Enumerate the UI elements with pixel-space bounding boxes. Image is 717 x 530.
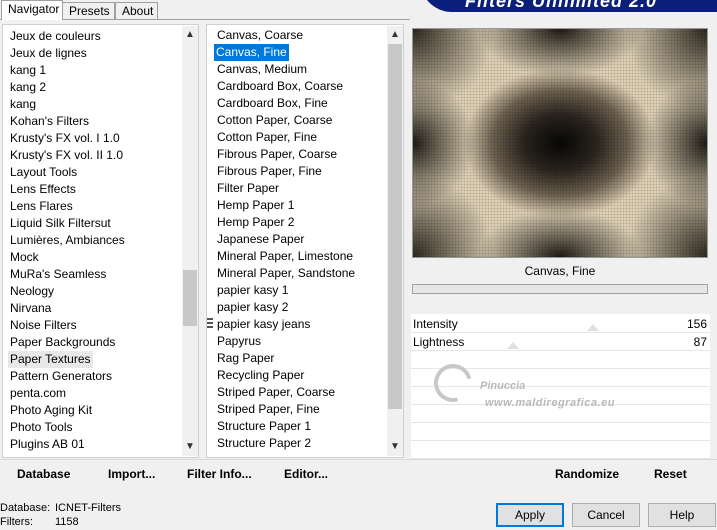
filter-item[interactable]: Filter Paper [217,180,279,197]
filter-item[interactable]: Striped Paper, Coarse [217,384,335,401]
filter-scroll-thumb[interactable] [388,44,402,409]
progress-bar [412,284,708,294]
filter-item[interactable]: Rag Paper [217,350,274,367]
filter-item[interactable]: Mineral Paper, Limestone [217,248,353,265]
category-item[interactable]: Liquid Silk Filtersut [10,215,111,232]
randomize-button[interactable]: Randomize [555,467,619,481]
category-item[interactable]: Kohan's Filters [10,113,89,130]
category-scroll-thumb[interactable] [183,270,197,326]
status-database-value: ICNET-Filters [55,502,121,514]
category-item[interactable]: kang [10,96,36,113]
param-name: Lightness [413,335,465,349]
category-item[interactable]: Jeux de lignes [10,45,87,62]
filter-item[interactable]: papier kasy jeans [217,316,310,333]
category-item[interactable]: Lens Flares [10,198,73,215]
status-database: Database: ICNET-Filters [0,502,121,514]
filter-item[interactable]: Hemp Paper 2 [217,214,294,231]
editor-button[interactable]: Editor... [284,467,328,481]
category-list[interactable]: Jeux de couleurs Jeux de lignes kang 1 kang… [2,24,199,458]
filter-item[interactable]: Fibrous Paper, Fine [217,163,322,180]
import-button[interactable]: Import... [108,467,155,481]
filter-item[interactable]: Structure Paper 1 [217,418,311,435]
filter-item[interactable]: Cardboard Box, Fine [217,95,328,112]
category-item[interactable]: Mock [10,249,39,266]
filter-scrollbar[interactable]: ▲ ▼ [387,26,403,456]
category-item[interactable]: Krusty's FX vol. II 1.0 [10,147,123,164]
preview-image [412,28,708,258]
param-row-empty [411,442,710,459]
reset-button[interactable]: Reset [654,467,687,481]
param-name: Intensity [413,317,458,331]
category-item[interactable]: kang 2 [10,79,46,96]
param-row-lightness[interactable]: Lightness 87 [411,334,710,351]
scroll-up-icon[interactable]: ▲ [388,28,402,42]
tab-navigator[interactable]: Navigator [1,0,63,20]
filter-item[interactable]: Japanese Paper [217,231,304,248]
filter-item[interactable]: Canvas, Coarse [217,27,303,44]
category-scrollbar[interactable]: ▲ ▼ [182,26,198,456]
category-item[interactable]: Nirvana [10,300,51,317]
filter-item[interactable]: Cardboard Box, Coarse [217,78,343,95]
filter-item[interactable]: Cotton Paper, Fine [217,129,317,146]
watermark: Pinuccia www.maldiregrafica.eu [427,357,670,420]
category-item[interactable]: Lumières, Ambiances [10,232,125,249]
apply-button[interactable]: Apply [496,503,564,527]
watermark-line2: www.maldiregrafica.eu [485,397,615,409]
param-value: 156 [686,317,707,331]
filter-item[interactable]: Hemp Paper 1 [217,197,294,214]
watermark-logo-icon [427,357,479,409]
drag-handle-icon [207,318,213,330]
filter-item[interactable]: Cotton Paper, Coarse [217,112,332,129]
banner-title: Filters Unlimited 2.0 [465,0,658,11]
param-value: 87 [693,335,707,349]
category-item[interactable]: kang 1 [10,62,46,79]
help-button[interactable]: Help [648,503,716,527]
param-row-empty [411,424,710,441]
filter-item[interactable]: Papyrus [217,333,261,350]
filter-item[interactable]: papier kasy 1 [217,282,288,299]
scroll-down-icon[interactable]: ▼ [388,440,402,454]
category-item[interactable]: MuRa's Seamless [10,266,106,283]
status-filters-label: Filters: [0,516,33,528]
category-item[interactable]: penta.com [10,385,66,402]
filter-item[interactable]: Fibrous Paper, Coarse [217,146,337,163]
category-item[interactable]: Noise Filters [10,317,77,334]
status-filters: Filters: 1158 [0,516,79,528]
filter-item[interactable]: Recycling Paper [217,367,304,384]
category-item[interactable]: Plugins AB 01 [10,436,85,453]
category-item[interactable]: Krusty's FX vol. I 1.0 [10,130,120,147]
cancel-button[interactable]: Cancel [572,503,640,527]
param-row-intensity[interactable]: Intensity 156 [411,316,710,333]
category-item[interactable]: Jeux de couleurs [10,28,101,45]
status-database-label: Database: [0,502,51,514]
filter-item[interactable]: Canvas, Medium [217,61,307,78]
preview-label: Canvas, Fine [524,264,596,278]
filter-item[interactable]: papier kasy 2 [217,299,288,316]
filter-item[interactable]: Mineral Paper, Sandstone [217,265,355,282]
tab-presets[interactable]: Presets [62,2,115,19]
category-item[interactable]: Paper Backgrounds [10,334,115,351]
category-item[interactable]: Pattern Generators [10,368,112,385]
slider-marker-icon [507,342,519,349]
category-item[interactable]: Photo Tools [10,419,73,436]
category-item[interactable]: Lens Effects [10,181,76,198]
category-item[interactable]: Photo Aging Kit [10,402,92,419]
tab-about[interactable]: About [115,2,158,19]
watermark-line1: Pinuccia [480,380,526,392]
filter-item[interactable]: Canvas, Fine [214,44,289,61]
category-item[interactable]: Neology [10,283,54,300]
category-item[interactable]: Paper Textures [8,351,93,368]
filter-item[interactable]: Structure Paper 2 [217,435,311,452]
filter-info-button[interactable]: Filter Info... [187,467,252,481]
banner: Filters Unlimited 2.0 [410,0,717,12]
slider-marker-icon [587,324,599,331]
scroll-up-icon[interactable]: ▲ [183,28,197,42]
category-item[interactable]: Layout Tools [10,164,77,181]
filter-item[interactable]: Striped Paper, Fine [217,401,320,418]
scroll-down-icon[interactable]: ▼ [183,440,197,454]
status-filters-value: 1158 [55,516,79,528]
database-button[interactable]: Database [17,467,70,481]
